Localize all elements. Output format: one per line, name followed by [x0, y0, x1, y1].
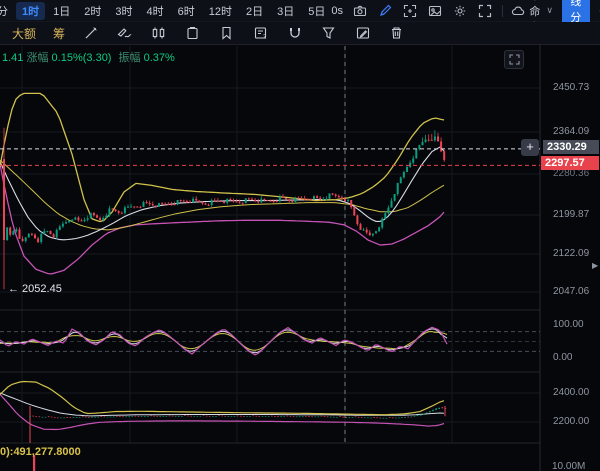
timeframe-tabs: 分1时1日2时3时4时6时12时2日3日5日 [0, 2, 331, 20]
frame-add-icon[interactable] [402, 3, 418, 19]
upper-line-price-badge: 2330.29 [543, 140, 599, 154]
kline-app-window: 分1时1日2时3时4时6时12时2日3日5日 0s 未命名 ∨ K线分析 大额 … [0, 0, 600, 471]
timeframe-tab-3日[interactable]: 3日 [271, 2, 300, 20]
current-price-badge: 2297.57 [541, 156, 599, 170]
volume-axis-label: 10.00M [552, 461, 585, 471]
axis-tick-label: 2200.00 [553, 416, 589, 427]
timeframe-tab-2时[interactable]: 2时 [78, 2, 107, 20]
volume-readout: 0):491,277.8000 [0, 446, 81, 458]
chart-canvas[interactable] [0, 0, 600, 471]
timeframe-tab-6时[interactable]: 6时 [172, 2, 201, 20]
doc-edit-icon[interactable]: 2 [252, 25, 269, 42]
candles-icon[interactable] [150, 25, 167, 42]
add-alert-button[interactable]: + [521, 139, 539, 156]
pencil-icon[interactable] [377, 3, 393, 19]
candle-countdown: 0s [331, 5, 343, 17]
amplitude-label: 振幅 [119, 52, 141, 64]
svg-text:2: 2 [263, 35, 267, 41]
low-price-marker: ← 2052.45 [8, 283, 62, 295]
axis-tick-label: 100.00 [553, 319, 584, 330]
gear-icon[interactable] [452, 3, 468, 19]
change-value: 0.15%(3.30) [52, 52, 112, 64]
axis-tick-label: 2122.09 [553, 248, 589, 259]
camera-icon[interactable] [352, 3, 368, 19]
timeframe-tab-4时[interactable]: 4时 [141, 2, 170, 20]
timeframe-tab-3时[interactable]: 3时 [109, 2, 138, 20]
drawing-toolbar: 大额 筹 2 [0, 22, 600, 45]
expand-pane-icon[interactable] [504, 50, 524, 69]
cloud-icon [511, 3, 525, 19]
funnel-icon[interactable] [320, 25, 337, 42]
chevron-down-icon: ∨ [546, 5, 553, 16]
clipped-value: 1.41 [2, 52, 23, 64]
axis-tick-label: 2364.09 [553, 126, 589, 137]
axis-tick-label: 2199.87 [553, 209, 589, 220]
drawing-tool-icons: 2 [82, 25, 405, 42]
timeframe-tab-1日[interactable]: 1日 [47, 2, 76, 20]
image-settings-icon[interactable] [427, 3, 443, 19]
bookmark-icon[interactable] [218, 25, 235, 42]
clipboard-icon[interactable] [184, 25, 201, 42]
axis-tick-label: 2450.73 [553, 82, 589, 93]
chip-distribution-tab[interactable]: 筹 [53, 25, 65, 42]
timeframe-tab-分[interactable]: 分 [0, 2, 14, 20]
large-order-tab[interactable]: 大额 [12, 25, 36, 42]
box-edit-icon[interactable] [354, 25, 371, 42]
fullscreen-icon[interactable] [477, 3, 493, 19]
price-stats-row: 1.41 涨幅 0.15%(3.30) 振幅 0.37% [2, 49, 175, 65]
line-pencil-icon[interactable] [82, 25, 99, 42]
timeframe-tab-12时[interactable]: 12时 [203, 2, 238, 20]
change-label: 涨幅 [26, 52, 48, 64]
panel-arrow-icon[interactable]: ▶ [592, 261, 598, 270]
axis-tick-label: 2047.06 [553, 286, 589, 297]
magnet-icon[interactable] [286, 25, 303, 42]
pen-squiggle-icon[interactable] [116, 25, 133, 42]
top-toolbar: 分1时1日2时3时4时6时12时2日3日5日 0s 未命名 ∨ K线分析 [0, 0, 600, 22]
timeframe-tab-1时[interactable]: 1时 [16, 2, 45, 20]
timeframe-tab-2日[interactable]: 2日 [240, 2, 269, 20]
trash-icon[interactable] [388, 25, 405, 42]
amplitude-value: 0.37% [144, 52, 175, 64]
chart-tool-icons [352, 3, 493, 19]
axis-tick-label: 0.00 [553, 352, 572, 363]
axis-tick-label: 2400.00 [553, 387, 589, 398]
timeframe-tab-5日[interactable]: 5日 [302, 2, 331, 20]
